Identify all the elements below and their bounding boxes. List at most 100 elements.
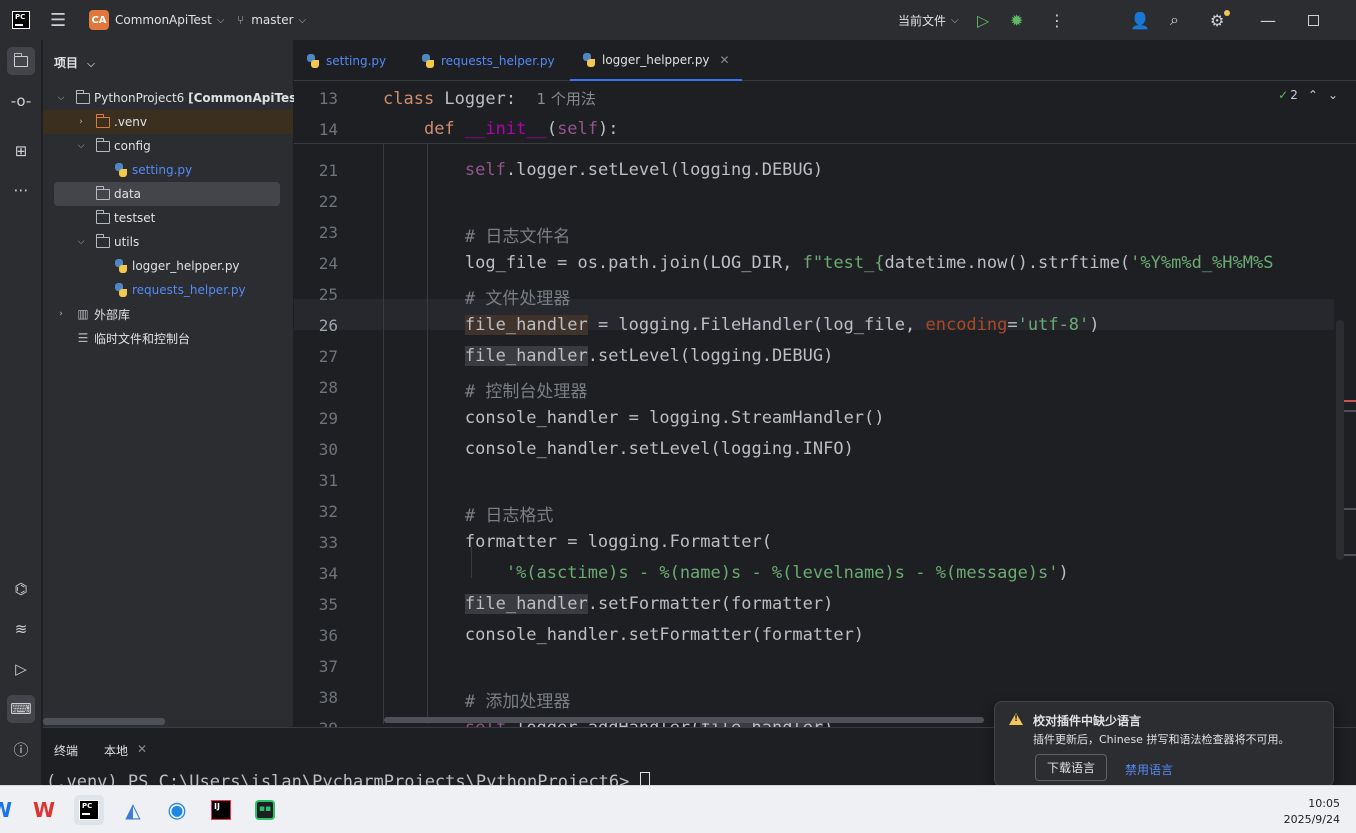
- tree-item-venv[interactable]: › .venv: [43, 110, 293, 134]
- search-button[interactable]: ⌕: [1170, 0, 1179, 40]
- code-editor[interactable]: 21 self.logger.setLevel(logging.DEBUG) 2…: [294, 82, 1356, 727]
- project-pane: 项目 ⌵ ⌵ PythonProject6 [CommonApiTest] C:…: [43, 40, 324, 727]
- more-tools-icon[interactable]: ⋯: [7, 176, 35, 204]
- close-tab-icon[interactable]: ✕: [137, 742, 147, 756]
- structure-icon[interactable]: ⊞: [7, 137, 35, 165]
- download-language-button[interactable]: 下载语言: [1035, 754, 1107, 781]
- line-number: 22: [318, 192, 338, 211]
- line-number: 34: [318, 564, 338, 583]
- expand-arrow-icon: ⌵: [77, 141, 85, 151]
- code-string: '%Y%m%d_%H%M%S: [1130, 253, 1274, 273]
- python-file-icon: [113, 162, 129, 178]
- python-packages-icon[interactable]: ≋: [7, 615, 35, 643]
- debug-button[interactable]: ✹: [1010, 0, 1023, 40]
- tree-item-utils[interactable]: ⌵ utils: [43, 230, 293, 254]
- warning-icon: [1009, 713, 1023, 725]
- code-with-me-button[interactable]: 👤: [1130, 0, 1150, 40]
- more-actions-button[interactable]: ⋮: [1049, 0, 1065, 40]
- inspection-widget[interactable]: ✓ 2 ⌃ ⌄: [1278, 88, 1338, 102]
- chevron-down-icon: ⌵: [87, 59, 95, 70]
- tab-terminal[interactable]: 终端: [54, 742, 78, 759]
- disable-language-link[interactable]: 禁用语言: [1125, 761, 1173, 778]
- branch-switcher[interactable]: ⑂ master ⌵: [237, 0, 306, 40]
- tree-item-label: PythonProject6: [94, 91, 185, 105]
- feishu-app-icon[interactable]: ◭: [118, 795, 148, 825]
- code-string: f"test_{: [802, 253, 885, 273]
- wps-office-icon[interactable]: W: [29, 795, 59, 825]
- code-line: formatter = logging.Formatter(: [383, 532, 772, 552]
- code-line: file_handler = logging.FileHandler(log_f…: [464, 315, 1100, 335]
- line-number: 37: [318, 657, 338, 676]
- pycharm-taskbar-icon[interactable]: PC: [74, 795, 104, 825]
- code-line: # 日志格式: [383, 501, 553, 526]
- tab-requests-helper-py[interactable]: requests_helper.py: [421, 40, 555, 81]
- project-switcher[interactable]: CA CommonApiTest ⌵: [89, 0, 224, 40]
- tree-item-label: data: [114, 187, 142, 201]
- tree-item-label: 临时文件和控制台: [94, 331, 191, 346]
- commit-icon[interactable]: -o-: [7, 87, 35, 115]
- notification-title: 校对插件中缺少语言: [1033, 714, 1142, 728]
- vertical-scrollbar[interactable]: [1336, 320, 1344, 560]
- horizontal-scrollbar[interactable]: [43, 718, 165, 725]
- tree-item-data[interactable]: data: [54, 182, 280, 206]
- check-icon: ✓ 2: [1278, 88, 1298, 102]
- services-icon[interactable]: ▷: [7, 655, 35, 683]
- run-config-label: 当前文件: [898, 13, 947, 28]
- code-line: '%(asctime)s - %(name)s - %(levelname)s …: [505, 563, 1069, 583]
- clock-time: 10:05: [1308, 797, 1340, 810]
- line-number: 29: [318, 409, 338, 428]
- next-highlight-icon[interactable]: ⌄: [1328, 88, 1338, 102]
- close-tab-icon[interactable]: ✕: [720, 53, 730, 67]
- project-folder-icon[interactable]: [7, 47, 35, 75]
- problems-icon[interactable]: ⓘ: [7, 735, 35, 763]
- code-comment: # 控制台处理器: [464, 382, 588, 402]
- tool-window-strip: -o- ⊞ ⋯ ⌬ ≋ ▷ ⌨ ⓘ: [0, 40, 42, 785]
- tree-item-testset[interactable]: testset: [43, 206, 293, 230]
- project-pane-header[interactable]: 项目 ⌵: [54, 54, 95, 71]
- settings-button[interactable]: ⚙: [1210, 0, 1230, 40]
- python-console-icon[interactable]: ⌬: [7, 575, 35, 603]
- wps-app-icon[interactable]: W: [0, 795, 16, 825]
- run-button[interactable]: ▷: [977, 0, 989, 40]
- wechat-devtools-icon[interactable]: ▪▪: [250, 795, 280, 825]
- minimize-button[interactable]: —: [1260, 0, 1276, 40]
- intellij-idea-icon[interactable]: IJ: [206, 795, 236, 825]
- code-line: # 添加处理器: [383, 687, 570, 712]
- horizontal-scrollbar[interactable]: [384, 717, 984, 723]
- tree-item-setting-py[interactable]: setting.py: [43, 158, 293, 182]
- pycharm-logo-icon[interactable]: PC: [12, 0, 30, 40]
- code-comment: # 日志格式: [464, 506, 554, 526]
- system-clock[interactable]: 10:05 2025/9/24: [1284, 796, 1340, 828]
- maximize-button[interactable]: [1308, 0, 1319, 40]
- notification-popup: 校对插件中缺少语言 插件更新后，Chinese 拼写和语法检查器将不可用。 下载…: [994, 701, 1334, 787]
- tree-item-logger-helpper-py[interactable]: logger_helpper.py: [43, 254, 293, 278]
- tree-item-label: config: [114, 139, 151, 153]
- line-number: 30: [318, 440, 338, 459]
- tree-item-root[interactable]: ⌵ PythonProject6 [CommonApiTest] C:: [43, 86, 324, 110]
- code-line: log_file = os.path.join(LOG_DIR, f"test_…: [383, 253, 1274, 273]
- folder-icon: [95, 233, 111, 250]
- project-name: CommonApiTest: [115, 13, 212, 27]
- usage-hint[interactable]: 1 个用法: [537, 90, 596, 108]
- title-bar: PC ☰ CA CommonApiTest ⌵ ⑂ master ⌵ 当前文件 …: [0, 0, 1356, 40]
- tree-item-scratches[interactable]: ☰ 临时文件和控制台: [43, 326, 293, 350]
- python-file-icon: [421, 53, 441, 68]
- tree-item-external-libraries[interactable]: › ▥ 外部库: [43, 302, 293, 326]
- folder-icon: [95, 209, 111, 226]
- tree-item-requests-helper-py[interactable]: requests_helper.py: [43, 278, 293, 302]
- line-number: 25: [318, 285, 338, 304]
- tab-logger-helpper-py[interactable]: logger_helpper.py ✕: [570, 40, 742, 81]
- line-number: 33: [318, 533, 338, 552]
- terminal-icon[interactable]: ⌨: [7, 695, 35, 723]
- project-badge: CA: [89, 10, 109, 30]
- run-config-selector[interactable]: 当前文件 ⌵: [898, 0, 959, 40]
- tree-item-config[interactable]: ⌵ config: [43, 134, 293, 158]
- folder-icon: [95, 185, 111, 202]
- code-line: # 日志文件名: [383, 222, 570, 247]
- edge-browser-icon[interactable]: ◉: [162, 795, 192, 825]
- main-menu-icon[interactable]: ☰: [50, 0, 66, 40]
- line-number: 31: [318, 471, 338, 490]
- tab-setting-py[interactable]: setting.py: [306, 40, 386, 81]
- tab-local[interactable]: 本地: [104, 742, 128, 759]
- previous-highlight-icon[interactable]: ⌃: [1308, 88, 1318, 102]
